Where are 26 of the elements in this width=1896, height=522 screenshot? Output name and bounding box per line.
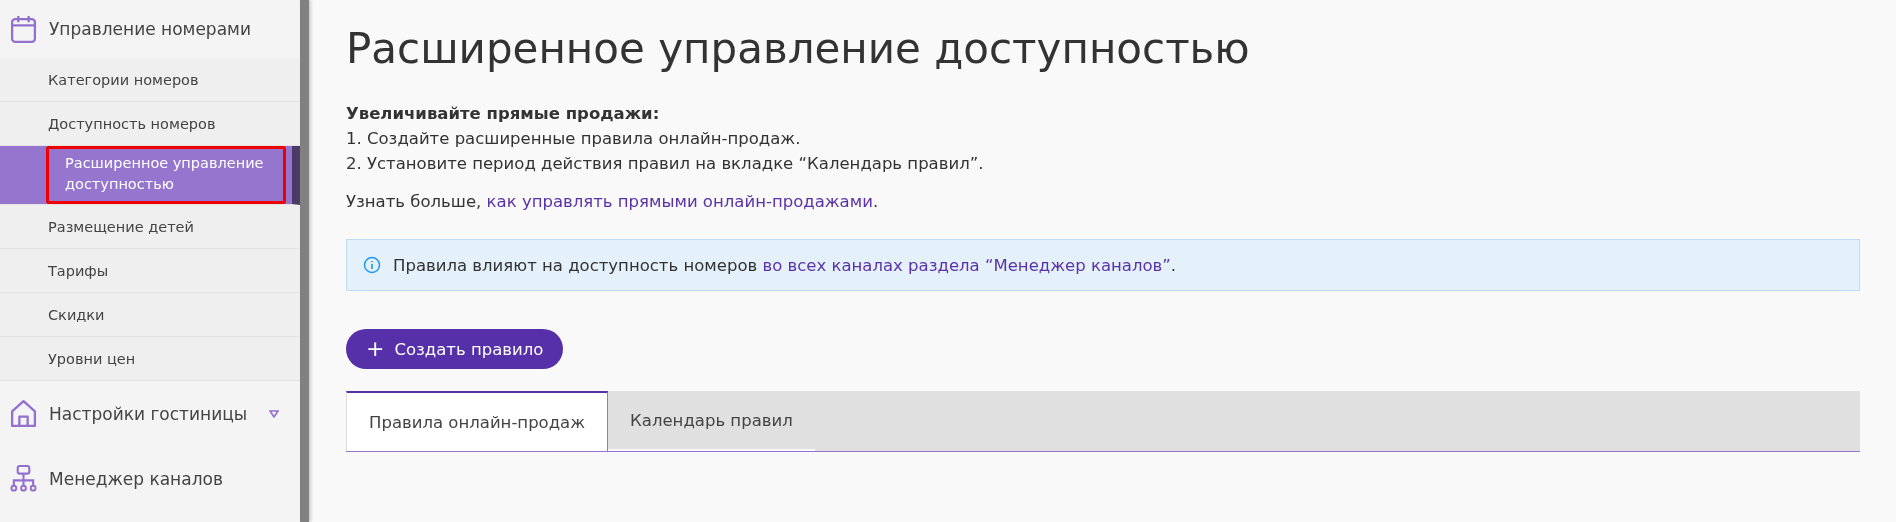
calendar-icon xyxy=(10,14,37,44)
sidebar-item[interactable]: Доступность номеров xyxy=(0,102,300,146)
caret-icon xyxy=(269,409,280,418)
tab[interactable]: Правила онлайн-продаж xyxy=(346,391,609,451)
info-text: Правила влияют на доступность номеров во всех каналах раздела “Менеджер каналов”. xyxy=(393,255,1177,275)
info-icon xyxy=(363,256,381,274)
help-link[interactable]: как управлять прямыми онлайн-продажами xyxy=(486,192,873,211)
sidebar-item[interactable]: Уровни цен xyxy=(0,337,300,382)
sidebar-item[interactable]: Размещение детей xyxy=(0,205,300,250)
page-title: Расширенное управление доступностью xyxy=(346,24,1251,73)
sidebar-item[interactable]: Расширенное управление доступностью xyxy=(0,146,300,206)
sidebar-section[interactable]: Настройки гостиницы xyxy=(0,381,300,447)
step-text: 1. Создайте расширенные правила онлайн-продаж. xyxy=(346,128,802,150)
learn-more-text: Узнать больше, как управлять прямыми онлайн-продажами. xyxy=(346,192,880,211)
step-text: 2. Установите период действия правил на вкладке “Календарь правил”. xyxy=(346,153,985,175)
hierarchy-icon xyxy=(10,464,37,494)
channels-link[interactable]: во всех каналах раздела “Менеджер каналов” xyxy=(762,255,1171,275)
sidebar-section[interactable]: Управление номерами xyxy=(0,0,300,58)
create-rule-button[interactable]: + Создать правило xyxy=(346,329,564,369)
sidebar-item[interactable]: Скидки xyxy=(0,293,300,338)
sidebar-item[interactable]: Тарифы xyxy=(0,249,300,294)
sidebar-item[interactable]: Категории номеров xyxy=(0,58,300,102)
intro-heading: Увеличивайте прямые продажи: xyxy=(346,103,661,125)
tab[interactable]: Календарь правил xyxy=(608,391,815,449)
house-icon xyxy=(10,399,37,429)
sidebar-section[interactable]: Менеджер каналов xyxy=(0,446,300,512)
